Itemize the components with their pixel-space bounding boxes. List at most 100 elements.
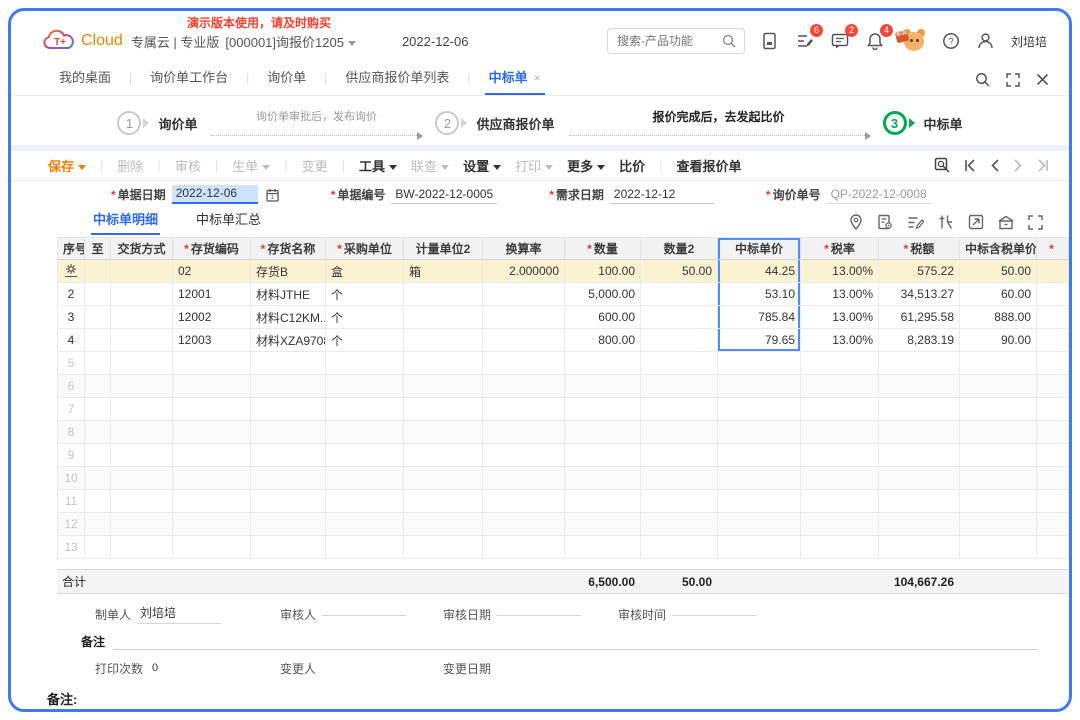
toolbar-12[interactable]: 查看报价单 bbox=[677, 156, 742, 175]
grid-row-5[interactable]: 5 bbox=[58, 352, 1069, 375]
row-settings-gear-icon[interactable] bbox=[65, 263, 77, 277]
toolbar-10[interactable]: 更多 bbox=[567, 156, 605, 175]
search-input[interactable] bbox=[608, 34, 714, 48]
toolbar-8[interactable]: 设置 bbox=[463, 156, 501, 175]
grid-cell[interactable]: 存货B bbox=[251, 260, 326, 283]
grid-cell[interactable]: 8,283.19 bbox=[879, 329, 960, 352]
grid-cell[interactable] bbox=[483, 283, 565, 306]
grid-cell[interactable]: 50.00 bbox=[641, 260, 718, 283]
last-record-icon[interactable] bbox=[1036, 159, 1049, 172]
col-header-11[interactable]: 中标单价 bbox=[718, 238, 801, 260]
grid-cell[interactable]: 13.00% bbox=[801, 283, 879, 306]
row-number-cell[interactable]: 2 bbox=[58, 283, 85, 306]
grid-cell[interactable] bbox=[483, 306, 565, 329]
grid-row-4[interactable]: 412003材料XZA9708个800.0079.6513.00%8,283.1… bbox=[58, 329, 1069, 352]
prev-record-icon[interactable] bbox=[990, 159, 1000, 172]
grid-cell[interactable]: 个 bbox=[326, 283, 404, 306]
grid-cell[interactable]: 个 bbox=[326, 329, 404, 352]
grid-cell[interactable]: 800.00 bbox=[565, 329, 641, 352]
grid-cell[interactable] bbox=[111, 283, 173, 306]
col-header-8[interactable]: 换算率 bbox=[483, 238, 565, 260]
close-icon[interactable] bbox=[1036, 73, 1049, 86]
row-number-cell[interactable]: 4 bbox=[58, 329, 85, 352]
grid-cell[interactable] bbox=[111, 306, 173, 329]
grid-cell[interactable] bbox=[85, 306, 111, 329]
grid-cell[interactable]: 02 bbox=[173, 260, 251, 283]
grid-cell[interactable] bbox=[483, 329, 565, 352]
grid-cell[interactable]: 材料XZA9708 bbox=[251, 329, 326, 352]
grid-cell[interactable] bbox=[1037, 329, 1069, 352]
row-number-cell[interactable]: 3 bbox=[58, 306, 85, 329]
grid-cell[interactable]: 100.00 bbox=[565, 260, 641, 283]
grid-cell[interactable]: 5,000.00 bbox=[565, 283, 641, 306]
next-record-icon[interactable] bbox=[1013, 159, 1023, 172]
grid-cell[interactable]: 44.25 bbox=[718, 260, 801, 283]
grid-cell[interactable] bbox=[641, 306, 718, 329]
col-header-10[interactable]: 数量2 bbox=[641, 238, 718, 260]
batch-edit-icon[interactable] bbox=[907, 215, 924, 230]
help-icon[interactable]: ? bbox=[941, 31, 961, 51]
row-number-cell[interactable] bbox=[58, 260, 85, 283]
grid-cell[interactable] bbox=[641, 329, 718, 352]
fullscreen-icon[interactable] bbox=[1028, 215, 1043, 230]
grid-cell[interactable]: 53.10 bbox=[718, 283, 801, 306]
grid-cell[interactable] bbox=[1037, 283, 1069, 306]
grid-row-9[interactable]: 9 bbox=[58, 444, 1069, 467]
tab-search-icon[interactable] bbox=[975, 72, 990, 87]
step-supplier-quote[interactable]: 2 供应商报价单 bbox=[435, 111, 554, 135]
grid-cell[interactable]: 50.00 bbox=[960, 260, 1037, 283]
grid-row-2[interactable]: 212001材料JTHE个5,000.0053.1013.00%34,513.2… bbox=[58, 283, 1069, 306]
grid-cell[interactable]: 61,295.58 bbox=[879, 306, 960, 329]
grid-row-3[interactable]: 312002材料C12KM...个600.00785.8413.00%61,29… bbox=[58, 306, 1069, 329]
product-search[interactable] bbox=[607, 28, 745, 54]
grid-cell[interactable]: 12002 bbox=[173, 306, 251, 329]
col-header-15[interactable]: * bbox=[1037, 238, 1069, 260]
field-value[interactable]: QP-2022-12-0008 bbox=[827, 186, 931, 204]
grid-cell[interactable] bbox=[85, 260, 111, 283]
archive-icon[interactable] bbox=[998, 215, 1014, 230]
grid-row-13[interactable]: 13 bbox=[58, 536, 1069, 559]
grid-row-10[interactable]: 10 bbox=[58, 467, 1069, 490]
username[interactable]: 刘培培 bbox=[1011, 33, 1047, 50]
step-winning-bid[interactable]: 3 中标单 bbox=[883, 111, 963, 135]
col-header-1[interactable]: 序号 bbox=[58, 238, 85, 260]
grid-row-6[interactable]: 6 bbox=[58, 375, 1069, 398]
grid-cell[interactable]: 785.84 bbox=[718, 306, 801, 329]
nav-tab-5[interactable]: 中标单× bbox=[485, 67, 545, 95]
grid-cell[interactable]: 90.00 bbox=[960, 329, 1037, 352]
toolbar-11[interactable]: 比价 bbox=[619, 156, 645, 175]
footer-field-value[interactable] bbox=[497, 613, 581, 616]
grid-cell[interactable] bbox=[85, 283, 111, 306]
grid-cell[interactable]: 12001 bbox=[173, 283, 251, 306]
step-inquiry[interactable]: 1 询价单 bbox=[117, 111, 197, 135]
col-header-6[interactable]: *采购单位 bbox=[326, 238, 404, 260]
grid-cell[interactable]: 13.00% bbox=[801, 306, 879, 329]
subtab-1[interactable]: 中标单明细 bbox=[91, 209, 160, 235]
calendar-icon[interactable]: 1 bbox=[266, 188, 279, 202]
user-icon[interactable] bbox=[976, 31, 996, 51]
field-value[interactable]: 2022-12-12 bbox=[610, 186, 714, 204]
grid-cell[interactable] bbox=[1037, 260, 1069, 283]
grid-cell[interactable]: 材料C12KM... bbox=[251, 306, 326, 329]
export-icon[interactable] bbox=[968, 214, 984, 230]
doc-settings-icon[interactable] bbox=[877, 214, 893, 230]
col-header-7[interactable]: 计量单位2 bbox=[404, 238, 483, 260]
col-header-13[interactable]: *税额 bbox=[879, 238, 960, 260]
grid-cell[interactable]: 600.00 bbox=[565, 306, 641, 329]
toolbar-1[interactable]: 保存 bbox=[48, 156, 86, 175]
search-icon[interactable] bbox=[722, 34, 736, 48]
service-mascot-icon[interactable]: 客服 bbox=[900, 29, 926, 53]
col-header-12[interactable]: *税率 bbox=[801, 238, 879, 260]
col-header-3[interactable]: 交货方式 bbox=[111, 238, 173, 260]
col-header-14[interactable]: 中标含税单价 bbox=[960, 238, 1037, 260]
grid-cell[interactable] bbox=[85, 329, 111, 352]
grid-row-8[interactable]: 8 bbox=[58, 421, 1069, 444]
grid-cell[interactable]: 575.22 bbox=[879, 260, 960, 283]
locate-pin-icon[interactable] bbox=[849, 214, 863, 230]
grid-cell[interactable] bbox=[404, 306, 483, 329]
message-icon[interactable]: 2 bbox=[830, 31, 850, 51]
col-header-5[interactable]: *存货名称 bbox=[251, 238, 326, 260]
field-value[interactable]: 2022-12-06 bbox=[172, 185, 258, 204]
grid-cell[interactable]: 79.65 bbox=[718, 329, 801, 352]
nav-tab-1[interactable]: 我的桌面 bbox=[55, 67, 115, 95]
